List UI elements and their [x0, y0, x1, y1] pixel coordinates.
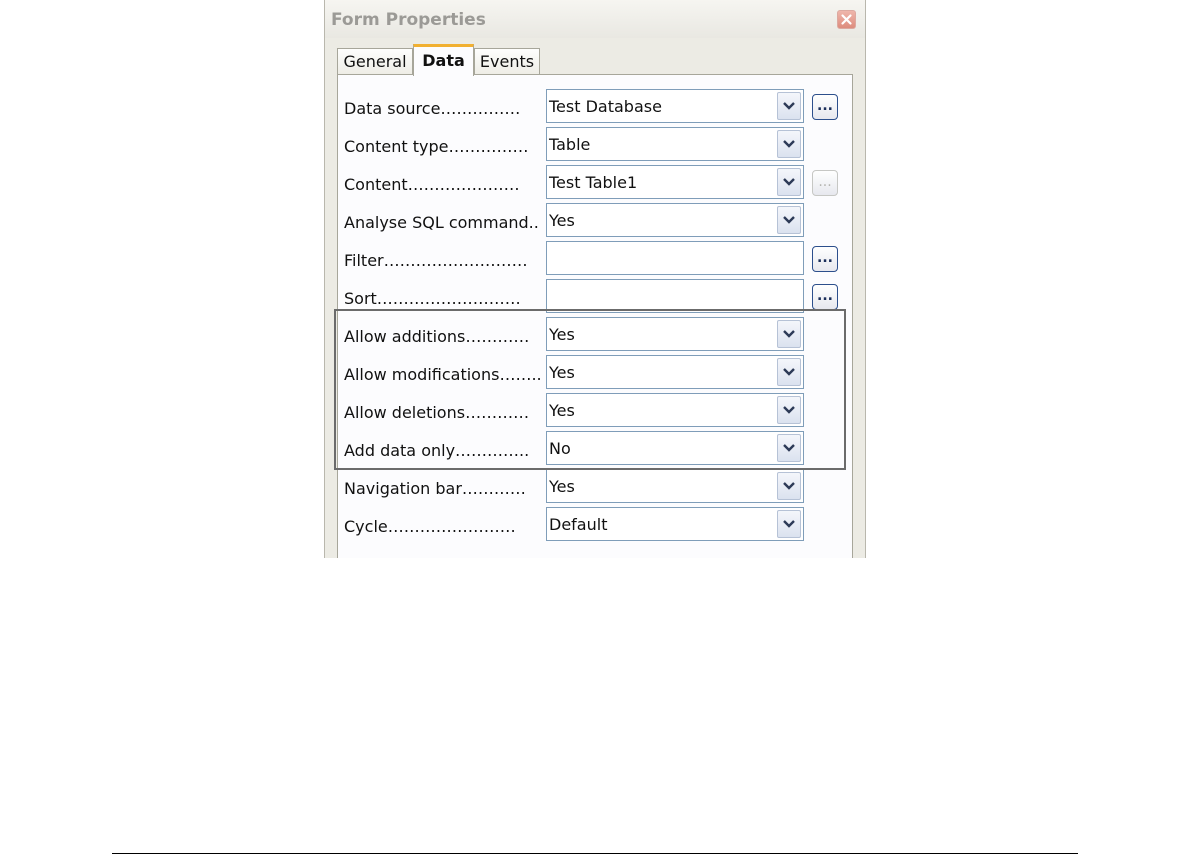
- row-filter: Filter……………………… ...: [338, 241, 852, 275]
- add-data-only-label: Add data only…………..: [344, 441, 530, 460]
- analyse-sql-value: Yes: [549, 211, 575, 230]
- tab-general[interactable]: General: [337, 48, 413, 74]
- sort-input[interactable]: [546, 279, 804, 313]
- add-data-only-dropdown-button[interactable]: [777, 434, 801, 462]
- row-content: Content………………… Test Table1 ...: [338, 165, 852, 199]
- content-type-select[interactable]: Table: [546, 127, 804, 161]
- allow-deletions-select[interactable]: Yes: [546, 393, 804, 427]
- chevron-down-icon: [783, 368, 795, 376]
- content-dropdown-button[interactable]: [777, 168, 801, 196]
- chevron-down-icon: [783, 178, 795, 186]
- data-source-value: Test Database: [549, 97, 662, 116]
- row-allow-deletions: Allow deletions………… Yes: [338, 393, 852, 427]
- data-source-label: Data source……………: [344, 99, 521, 118]
- allow-deletions-label: Allow deletions…………: [344, 403, 530, 422]
- navigation-bar-select[interactable]: Yes: [546, 469, 804, 503]
- sort-browse-button[interactable]: ...: [812, 284, 838, 310]
- analyse-sql-label: Analyse SQL command....: [344, 213, 540, 232]
- analyse-sql-dropdown-button[interactable]: [777, 206, 801, 234]
- allow-additions-dropdown-button[interactable]: [777, 320, 801, 348]
- add-data-only-value: No: [549, 439, 571, 458]
- chevron-down-icon: [783, 520, 795, 528]
- navigation-bar-value: Yes: [549, 477, 575, 496]
- allow-deletions-value: Yes: [549, 401, 575, 420]
- navigation-bar-label: Navigation bar…………: [344, 479, 526, 498]
- chevron-down-icon: [783, 330, 795, 338]
- filter-input[interactable]: [546, 241, 804, 275]
- row-cycle: Cycle…………………… Default: [338, 507, 852, 541]
- chevron-down-icon: [783, 216, 795, 224]
- row-content-type: Content type…………… Table: [338, 127, 852, 161]
- content-select[interactable]: Test Table1: [546, 165, 804, 199]
- chevron-down-icon: [783, 102, 795, 110]
- filter-browse-button[interactable]: ...: [812, 246, 838, 272]
- cycle-label: Cycle……………………: [344, 517, 516, 536]
- data-source-browse-button[interactable]: ...: [812, 94, 838, 120]
- data-source-select[interactable]: Test Database: [546, 89, 804, 123]
- content-type-label: Content type……………: [344, 137, 529, 156]
- content-value: Test Table1: [549, 173, 638, 192]
- allow-modifications-value: Yes: [549, 363, 575, 382]
- cycle-value: Default: [549, 515, 608, 534]
- row-allow-additions: Allow additions………… Yes: [338, 317, 852, 351]
- row-sort: Sort……………………… ...: [338, 279, 852, 313]
- allow-additions-select[interactable]: Yes: [546, 317, 804, 351]
- sort-label: Sort………………………: [344, 289, 521, 308]
- allow-additions-label: Allow additions…………: [344, 327, 530, 346]
- chevron-down-icon: [783, 140, 795, 148]
- tab-events[interactable]: Events: [474, 48, 540, 74]
- allow-modifications-label: Allow modifications……..: [344, 365, 540, 384]
- content-browse-button: ...: [812, 170, 838, 196]
- row-add-data-only: Add data only………….. No: [338, 431, 852, 465]
- row-navigation-bar: Navigation bar………… Yes: [338, 469, 852, 503]
- content-label: Content…………………: [344, 175, 520, 194]
- row-allow-modifications: Allow modifications…….. Yes: [338, 355, 852, 389]
- title-bar: Form Properties: [325, 0, 865, 38]
- chevron-down-icon: [783, 482, 795, 490]
- data-source-dropdown-button[interactable]: [777, 92, 801, 120]
- row-analyse-sql: Analyse SQL command.... Yes: [338, 203, 852, 237]
- content-type-value: Table: [549, 135, 591, 154]
- allow-modifications-select[interactable]: Yes: [546, 355, 804, 389]
- add-data-only-select[interactable]: No: [546, 431, 804, 465]
- close-button[interactable]: [837, 10, 856, 29]
- data-tab-panel: Data source…………… Test Database ... Conte…: [337, 74, 853, 558]
- filter-label: Filter………………………: [344, 251, 528, 270]
- navigation-bar-dropdown-button[interactable]: [777, 472, 801, 500]
- tab-data[interactable]: Data: [413, 44, 474, 76]
- cycle-select[interactable]: Default: [546, 507, 804, 541]
- form-properties-dialog: Form Properties General Data Events Data…: [324, 0, 866, 558]
- cycle-dropdown-button[interactable]: [777, 510, 801, 538]
- analyse-sql-select[interactable]: Yes: [546, 203, 804, 237]
- chevron-down-icon: [783, 444, 795, 452]
- content-type-dropdown-button[interactable]: [777, 130, 801, 158]
- allow-modifications-dropdown-button[interactable]: [777, 358, 801, 386]
- row-data-source: Data source…………… Test Database ...: [338, 89, 852, 123]
- allow-deletions-dropdown-button[interactable]: [777, 396, 801, 424]
- allow-additions-value: Yes: [549, 325, 575, 344]
- dialog-title: Form Properties: [331, 10, 486, 30]
- close-icon: [841, 14, 852, 25]
- chevron-down-icon: [783, 406, 795, 414]
